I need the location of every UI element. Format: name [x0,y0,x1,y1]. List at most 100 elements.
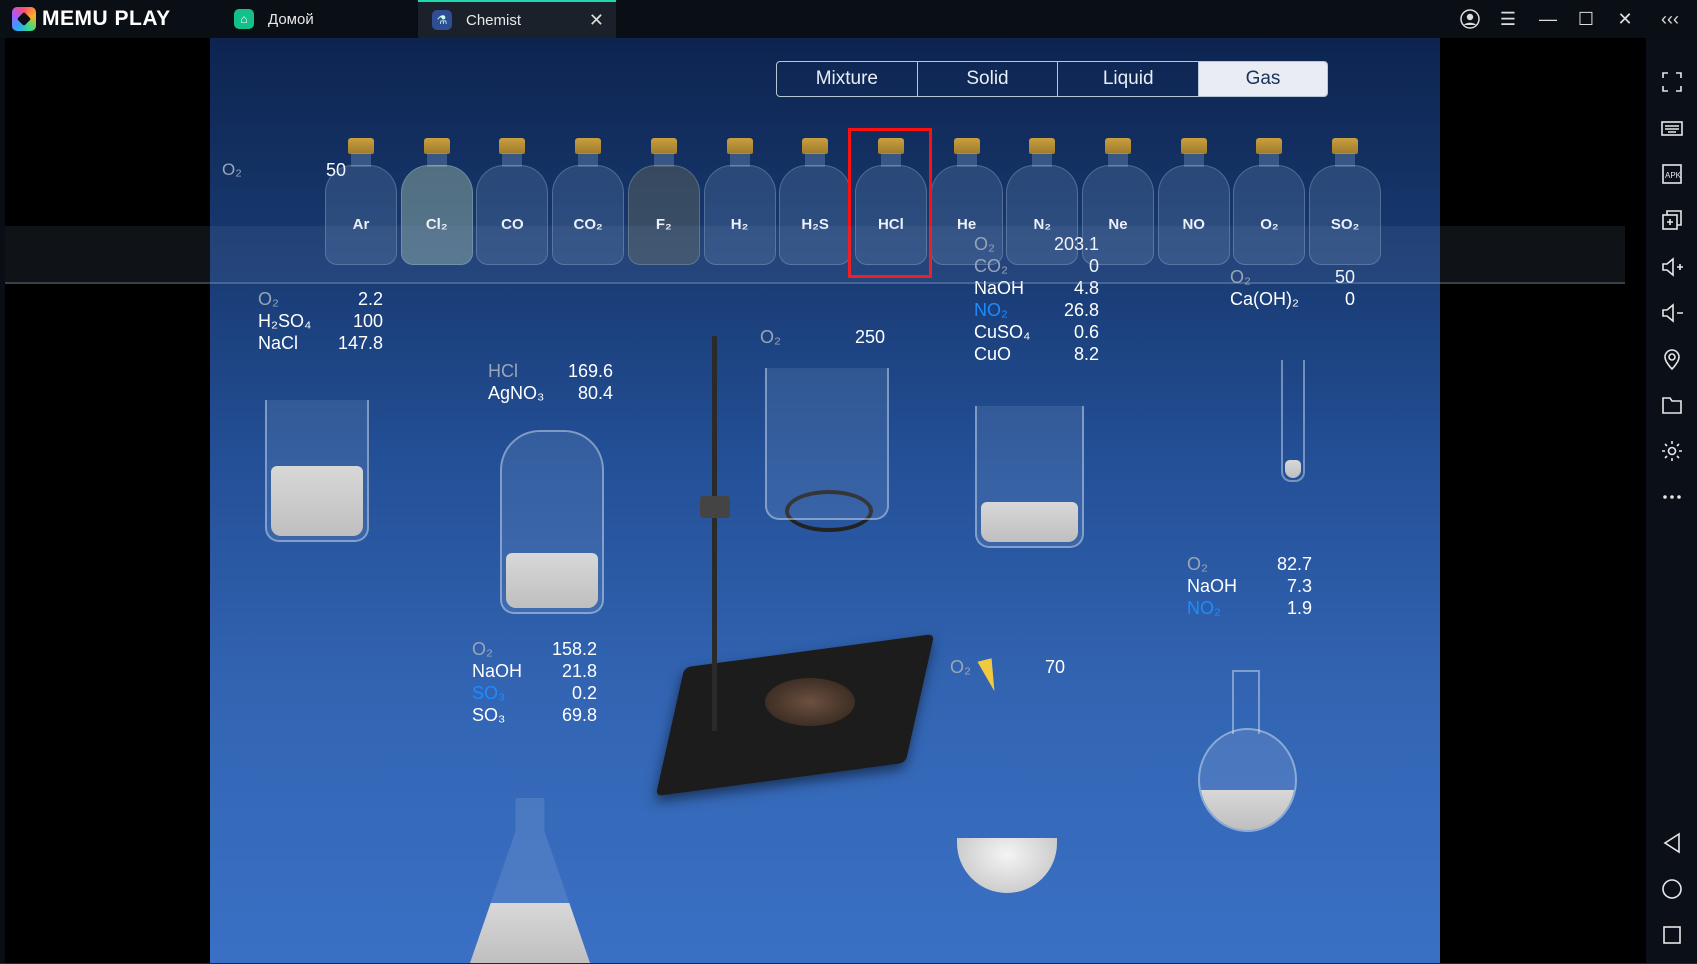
account-icon[interactable] [1452,0,1488,38]
chemist-game-viewport[interactable]: Mixture Solid Liquid Gas O₂ 50 Ar Cl₂ CO CO… [210,38,1440,963]
cork [1332,138,1359,154]
fullscreen-button[interactable] [1646,60,1697,104]
chemical-label: NaOH [1187,576,1238,596]
test-tube[interactable] [1281,360,1305,482]
erlenmeyer-flask[interactable] [470,798,590,963]
close-tab-icon[interactable]: ✕ [589,10,604,31]
keyboard-icon [1660,121,1683,136]
settings-button[interactable] [1646,429,1697,473]
readout-row: H₂SO₄ 100 [258,310,383,332]
readout-row: NO₂ 26.8 [974,299,1099,321]
chemical-amount: 169.6 [567,361,613,381]
cork [650,138,677,154]
readout-row: SO₃ 69.8 [472,704,597,726]
chemical-label: AgNO₃ [488,383,545,403]
beaker-ring[interactable] [765,368,889,520]
chemical-amount: 2.2 [357,289,383,309]
emulator-sidebar: APK [1646,38,1697,964]
chemical-label: O₂ [472,639,493,659]
collapse-sidebar-icon[interactable]: ‹‹‹ [1652,0,1688,38]
cork [1029,138,1056,154]
more-button[interactable] [1646,475,1697,519]
chemical-amount: 7.3 [1286,576,1312,596]
cork [348,138,374,154]
back-button[interactable] [1646,821,1697,865]
readout-row: O₂ 70 [950,656,1065,678]
volume-down-icon [1661,303,1683,323]
chemical-amount: 80.4 [577,383,613,403]
round-flask[interactable] [1198,728,1297,832]
memu-logo-icon [12,7,36,31]
volume-up-button[interactable] [1646,245,1697,289]
burner[interactable] [765,678,855,726]
shelf-glass [5,226,1625,284]
tab-home[interactable]: ⌂ Домой [230,0,416,38]
home-circle-icon [1661,879,1682,899]
chemical-label: O₂ [760,327,781,347]
readout-round-flask: O₂ 82.7 NaOH 7.3 NO₂ 1.9 [1187,553,1312,619]
letterbox-right [1440,38,1646,963]
menu-icon[interactable]: ☰ [1490,0,1526,38]
readout-dish: O₂ 70 [950,656,1065,678]
readout-row: Ca(OH)₂ 0 [1230,288,1355,310]
chemical-amount: 70 [1044,657,1065,677]
volume-down-button[interactable] [1646,291,1697,335]
fullscreen-icon [1661,72,1682,92]
location-icon [1663,349,1680,371]
tab-liquid[interactable]: Liquid [1058,62,1200,96]
title-bar: MEMU PLAY ⌂ Домой ⚗ Chemist ✕ ☰ — ☐ ✕ ‹‹… [0,0,1697,38]
readout-row: HCl 169.6 [488,360,613,382]
chemical-label: O₂ [1187,554,1208,574]
folder-button[interactable] [1646,383,1697,427]
chemical-amount: 0 [1344,289,1355,309]
readout-row: SO₃ 0.2 [472,682,597,704]
apk-button[interactable]: APK [1646,152,1697,196]
bottle-agno3[interactable] [500,430,604,614]
ring-clamp[interactable] [700,496,730,518]
close-icon[interactable]: ✕ [1607,0,1643,38]
chemical-label: Ca(OH)₂ [1230,289,1299,309]
readout-beaker-ring: O₂ 250 [760,326,885,348]
back-icon [1663,832,1680,854]
apk-icon: APK [1661,164,1682,184]
tab-mixture[interactable]: Mixture [777,62,918,96]
readout-row: O₂ 250 [760,326,885,348]
chemical-label: NO₂ [974,300,1008,320]
chemical-label: SO₃ [472,683,506,703]
beaker-center[interactable] [975,406,1084,548]
gear-icon [1661,441,1682,461]
readout-beaker-left: O₂ 2.2 H₂SO₄ 100 NaCl 147.8 [258,288,383,354]
chemical-label: CuO [974,344,1012,364]
chemical-amount: 1.9 [1286,598,1312,618]
chemical-amount: 8.2 [1073,344,1099,364]
tab-chemist[interactable]: ⚗ Chemist ✕ [418,0,616,38]
chemical-label: HCl [488,361,518,381]
tab-chemist-label: Chemist [466,11,522,29]
beaker-left[interactable] [265,400,369,542]
maximize-icon[interactable]: ☐ [1568,0,1604,38]
tab-solid[interactable]: Solid [918,62,1059,96]
chemist-app-icon: ⚗ [432,10,452,30]
chemical-label: O₂ [258,289,279,309]
chemical-amount: 147.8 [337,333,383,353]
chemical-amount: 100 [352,311,383,331]
multi-instance-button[interactable] [1646,198,1697,242]
tab-home-label: Домой [268,10,314,28]
chemical-label: SO₃ [472,705,506,725]
brand-name: MEMU PLAY [42,7,171,30]
recents-button[interactable] [1646,913,1697,957]
chemical-amount: 26.8 [1063,300,1099,320]
minimize-icon[interactable]: — [1530,0,1566,38]
readout-row: CuSO₄ 0.6 [974,321,1099,343]
readout-row: NO₂ 1.9 [1187,597,1312,619]
evaporating-dish[interactable] [957,838,1057,893]
readout-erlenmeyer: O₂ 158.2 NaOH 21.8 SO₃ 0.2 SO₃ 69.8 [472,638,597,726]
location-button[interactable] [1646,337,1697,381]
keyboard-button[interactable] [1646,106,1697,150]
tab-gas[interactable]: Gas [1199,62,1327,96]
cork [1105,138,1131,154]
home-button[interactable] [1646,867,1697,911]
readout-row: O₂ 82.7 [1187,553,1312,575]
cork [423,138,450,154]
readout-row: NaCl 147.8 [258,332,383,354]
